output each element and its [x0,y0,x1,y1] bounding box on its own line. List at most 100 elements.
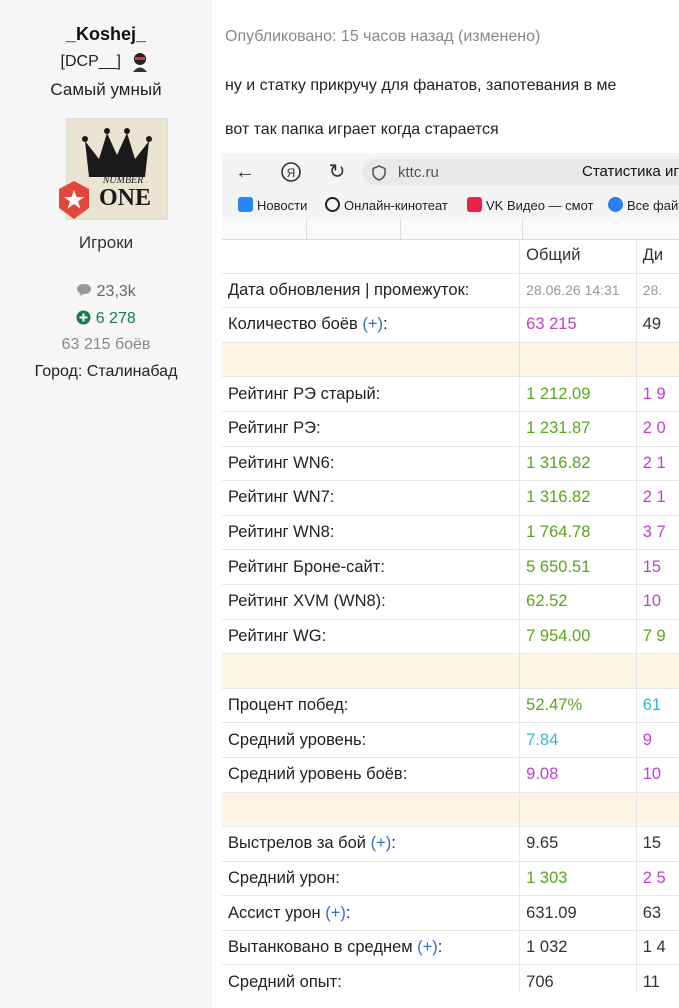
bookmark-item[interactable]: Новости [238,197,307,213]
stat-label: Вытанковано в среднем (+): [222,930,521,966]
comment-icon [77,284,92,296]
stat-label: Рейтинг XVM (WN8): [222,584,521,620]
stat-value-range: 3 7 [636,515,679,551]
ninja-icon [133,53,148,72]
author-sidebar: _Koshej_ [DCP__] Самый умный NUMBER ONE … [0,0,212,1008]
stat-label: Дата обновления | промежуток: [222,273,521,309]
expand-plus-link[interactable]: (+) [371,834,392,852]
table-row: Рейтинг Броне-сайт: 5 650.51 15 [222,549,679,585]
table-row: Средний уровень боёв: 9.08 10 [222,757,679,793]
bookmark-item[interactable]: Онлайн-кинотеат [325,197,448,213]
table-row: Средний урон: 1 303 2 5 [222,861,679,897]
stat-value-range: 2 5 [636,861,679,897]
stat-value-range: 2 1 [636,446,679,482]
cloud-icon [608,197,623,212]
stat-label: Процент побед: [222,688,521,724]
user-city: Город: Сталинабад [34,363,178,380]
expand-plus-link[interactable]: (+) [325,904,346,922]
stat-value-total: 28.06.26 14:31 [519,273,637,309]
stat-value-range: 2 1 [636,480,679,516]
stat-value-total: 1 032 [519,930,637,966]
kinopoisk-icon [325,197,340,212]
shield-icon [372,165,386,181]
embedded-screenshot: ← Я ↻ kttc.ru Статистика иг Новости Онла… [222,153,679,993]
stat-label: Рейтинг РЭ: [222,411,521,447]
bookmark-item[interactable]: VK Видео — смот [467,197,594,213]
table-row: Средний уровень: 7.84 9 [222,722,679,758]
stat-value-total: 62.52 [519,584,637,620]
stat-value-total: 706 [519,964,637,993]
plus-circle-icon [76,310,91,325]
stat-label: Рейтинг WN7: [222,480,521,516]
table-row: Выстрелов за бой (+): 9.65 15 [222,826,679,862]
stat-value-total: Общий [519,239,637,274]
section-separator-row [222,653,679,689]
battle-count: 63 215 боёв [61,336,151,353]
user-group: Игроки [78,233,134,252]
bookmarks-bar: Новости Онлайн-кинотеат VK Видео — смот … [222,193,679,220]
stat-value-range: 15 [636,826,679,862]
stat-value-range: 49 [636,307,679,343]
post-count: 23,3k [0,283,212,301]
stat-value-range: 9 [636,722,679,758]
table-row: Рейтинг РЭ: 1 231.87 2 0 [222,411,679,447]
table-row: Вытанковано в среднем (+): 1 032 1 4 [222,930,679,966]
yandex-icon[interactable]: Я [280,161,302,183]
table-row: Средний опыт: 706 11 [222,964,679,993]
table-row: Рейтинг XVM (WN8): 62.52 10 [222,584,679,620]
stat-value-range: 28. [636,273,679,309]
svg-text:ONE: ONE [99,185,151,211]
table-row: Дата обновления | промежуток: 28.06.26 14… [222,273,679,309]
clan-tag: [DCP__] [0,51,212,73]
site-nav-strip [222,219,679,240]
stat-label: Выстрелов за бой (+): [222,826,521,862]
stat-label [222,239,521,274]
page-title: Статистика иг [582,163,679,180]
stat-value-total: 7.84 [519,722,637,758]
stat-value-total: 1 231.87 [519,411,637,447]
table-row: Рейтинг РЭ старый: 1 212.09 1 9 [222,376,679,412]
stat-label: Рейтинг WN6: [222,446,521,482]
url-text: kttc.ru [398,164,439,181]
stat-value-range: 1 9 [636,376,679,412]
table-row: Рейтинг WN7: 1 316.82 2 1 [222,480,679,516]
stat-value-range: Ди [636,239,679,274]
bookmark-item[interactable]: Все фай [608,197,678,213]
reputation-value: 6 278 [95,310,136,327]
stat-label: Рейтинг WN8: [222,515,521,551]
stat-value-range: 1 4 [636,930,679,966]
stat-value-range: 15 [636,549,679,585]
expand-plus-link[interactable]: (+) [417,938,438,956]
vk-video-icon [467,197,482,212]
stat-value-range: 10 [636,584,679,620]
stat-value-range: 10 [636,757,679,793]
stats-table: Общий Ди Дата обновления | промежуток: 28.0… [222,239,679,993]
post-text-line: ну и статку прикручу для фанатов, запоте… [225,77,617,94]
user-title: Самый умный [50,80,162,99]
svg-text:Я: Я [287,166,296,180]
stat-label: Количество боёв (+): [222,307,521,343]
rank-badge-icon [59,181,89,219]
expand-plus-link[interactable]: (+) [362,315,383,333]
back-arrow-icon[interactable]: ← [234,161,256,183]
username-link[interactable]: _Koshej_ [0,24,212,45]
post-text-line: вот так папка играет когда старается [225,121,499,138]
table-row: Рейтинг WN8: 1 764.78 3 7 [222,515,679,551]
stat-label: Рейтинг WG: [222,619,521,655]
stat-label: Средний уровень боёв: [222,757,521,793]
bookmark-label: Все фай [627,198,679,213]
table-row: Ассист урон (+): 631.09 63 [222,895,679,931]
reload-icon[interactable]: ↻ [326,161,348,183]
table-row: Рейтинг WN6: 1 316.82 2 1 [222,446,679,482]
stat-value-range: 63 [636,895,679,931]
stat-value-total: 9.65 [519,826,637,862]
stat-value-total: 7 954.00 [519,619,637,655]
stat-value-range: 7 9 [636,619,679,655]
reputation: 6 278 [0,310,212,328]
stat-value-total: 631.09 [519,895,637,931]
bookmark-label: Онлайн-кинотеат [344,198,448,213]
stat-label: Рейтинг РЭ старый: [222,376,521,412]
stat-value-range: 61 [636,688,679,724]
section-separator-row [222,792,679,828]
stat-label: Средний урон: [222,861,521,897]
